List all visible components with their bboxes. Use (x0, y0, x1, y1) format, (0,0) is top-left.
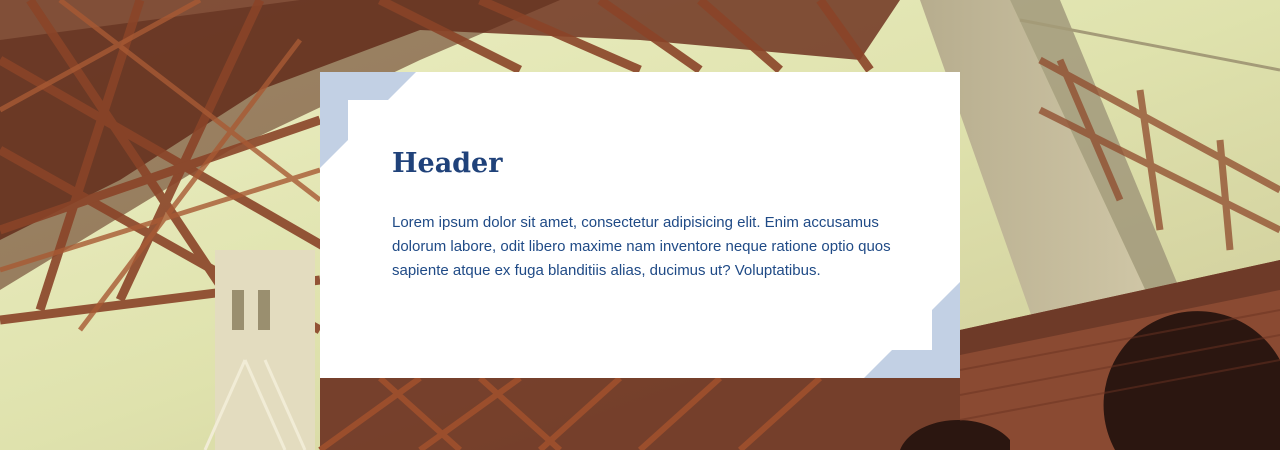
corner-bracket-bottom-right-icon (864, 282, 960, 378)
hero-section: Header Lorem ipsum dolor sit amet, conse… (0, 0, 1280, 450)
card-body-text: Lorem ipsum dolor sit amet, consectetur … (392, 214, 891, 279)
card-title: Header (392, 148, 503, 179)
content-card: Header Lorem ipsum dolor sit amet, conse… (320, 72, 960, 378)
